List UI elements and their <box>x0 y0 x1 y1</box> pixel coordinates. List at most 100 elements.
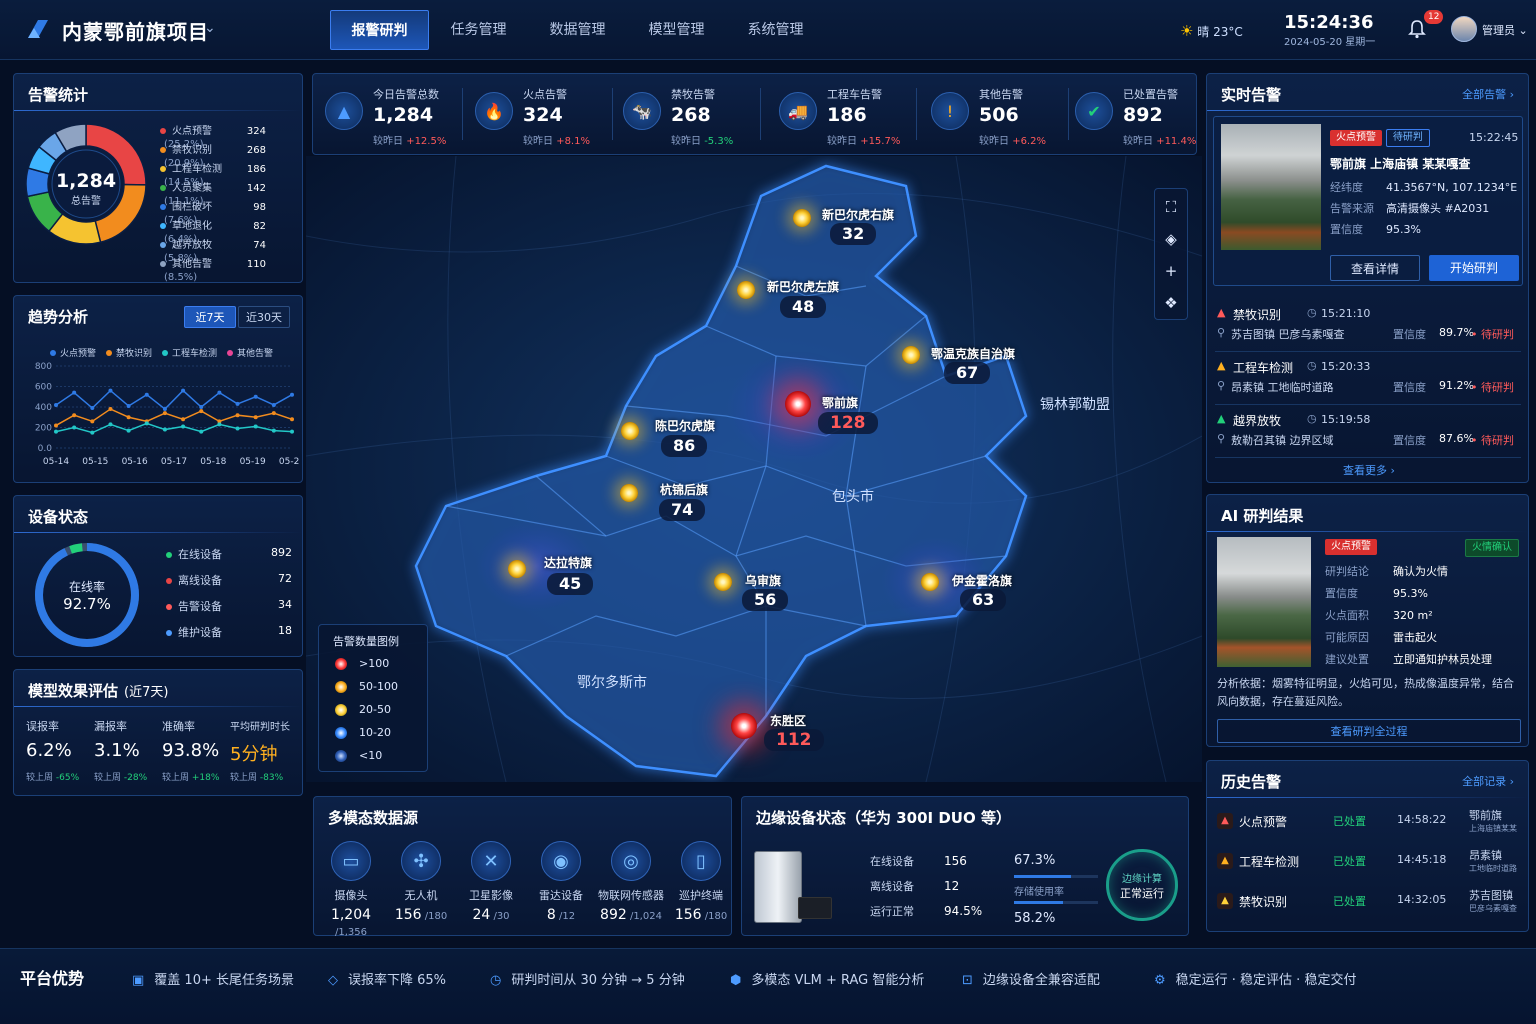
all-records-link[interactable]: 全部记录 › <box>1462 773 1514 789</box>
kpi-label: 今日告警总数 <box>373 88 439 101</box>
legend-dot <box>160 166 166 172</box>
history-item[interactable]: ▲ 工程车检测 已处置 14:45:18 昂素镇 工地临时道路 <box>1215 845 1521 881</box>
device-count: 892 <box>271 546 292 559</box>
alarm-list-item[interactable]: ▲ 工程车检测 ◷ 15:20:33 ⚲ 昂素镇 工地临时道路 置信度 91.2% • 待研判 <box>1215 357 1521 405</box>
nav-system-management[interactable]: 系统管理 <box>726 10 825 50</box>
legend-dot <box>160 242 166 248</box>
data-source-item[interactable]: ▯ 巡护终端 156 /180 <box>666 841 736 923</box>
field-key: 在线设备 <box>870 855 914 868</box>
field-key: 经纬度 <box>1330 181 1363 194</box>
kpi-card[interactable]: ✔ 已处置告警 892 较昨日 +11.4% <box>1067 74 1207 154</box>
history-place: 鄂前旗 <box>1469 809 1502 822</box>
tab-30days[interactable]: 近30天 <box>238 306 290 328</box>
all-alarms-link[interactable]: 全部告警 › <box>1462 86 1514 102</box>
data-source-item[interactable]: ◉ 雷达设备 8 /12 <box>526 841 596 923</box>
source-count-total: /180 <box>701 911 728 922</box>
fullscreen-icon[interactable]: ⛶ <box>1154 192 1188 222</box>
alarm-type-icon: ▲ <box>1217 893 1233 909</box>
alarm-field: 告警来源 高清摄像头 #A2031 <box>1330 200 1489 216</box>
data-source-item[interactable]: ✕ 卫星影像 24 /30 <box>456 841 526 923</box>
kpi-card[interactable]: ! 其他告警 506 较昨日 +6.2% <box>923 74 1069 154</box>
x-tick-label: 05-15 <box>82 457 108 467</box>
kpi-change-label: 较昨日 <box>1123 136 1157 147</box>
nav-model-management[interactable]: 模型管理 <box>627 10 726 50</box>
series-point <box>290 417 294 422</box>
stat-count: 186 <box>246 164 266 175</box>
kpi-change-value: +8.1% <box>556 136 590 147</box>
map-marker[interactable] <box>737 281 755 299</box>
source-count-total: /180 <box>421 911 448 922</box>
ai-confirm-tag: 火情确认 <box>1465 539 1519 557</box>
cpu-bar-track <box>1014 875 1098 878</box>
nav-task-management[interactable]: 任务管理 <box>429 10 528 50</box>
chip-icon: ⊡ <box>962 973 973 988</box>
data-source-item[interactable]: ◎ 物联网传感器 892 /1,024 <box>596 841 666 923</box>
alarm-list-item[interactable]: ▲ 禁牧识别 ◷ 15:21:10 ⚲ 苏吉图镇 巴彦乌素嘎查 置信度 89.7% • 待研判 <box>1215 304 1521 352</box>
alarm-list-item[interactable]: ▲ 越界放牧 ◷ 15:19:58 ⚲ 敖勒召其镇 边界区域 置信度 87.6% • 待研判 <box>1215 410 1521 458</box>
storage-label: 存储使用率 <box>1014 887 1064 898</box>
series-point <box>235 413 240 418</box>
stat-name: 越界放牧 <box>172 240 212 251</box>
layers-icon[interactable]: ◈ <box>1154 224 1188 254</box>
source-count-online: 1,204 <box>330 907 372 923</box>
legend-dot <box>160 147 166 153</box>
map-marker-hot[interactable] <box>731 713 757 739</box>
map-marker-hot[interactable] <box>785 391 811 417</box>
kpi-icon: 🐄 <box>623 92 661 130</box>
series-point <box>253 415 258 420</box>
series-point <box>253 424 258 429</box>
series-point <box>90 419 95 424</box>
history-item[interactable]: ▲ 火点预警 已处置 14:58:22 鄂前旗 上海庙镇某某 <box>1215 805 1521 841</box>
panel-title: 模型效果评估 (近7天) <box>28 680 168 701</box>
map-marker[interactable] <box>921 573 939 591</box>
map-marker[interactable] <box>621 422 639 440</box>
view-detail-button[interactable]: 查看详情 <box>1330 255 1420 281</box>
marker-count: 67 <box>944 362 991 384</box>
legend-title: 告警数量图例 <box>333 635 399 648</box>
metric-change: 较上周 -83% <box>230 770 283 783</box>
view-analysis-process-button[interactable]: 查看研判全过程 <box>1217 719 1521 743</box>
panel-title: 告警统计 <box>28 86 89 104</box>
series-point <box>72 390 77 395</box>
kpi-card[interactable]: 🚚 工程车告警 186 较昨日 +15.7% <box>771 74 917 154</box>
map-area[interactable]: 新巴尔虎右旗 32 新巴尔虎左旗 48 鄂温克族自治旗 67 鄂前旗 128 陈… <box>306 156 1202 782</box>
ai-photo <box>1217 537 1311 667</box>
view-more-link[interactable]: 查看更多 › <box>1343 462 1395 478</box>
user-name[interactable]: 管理员 ⌄ <box>1482 22 1528 38</box>
kpi-card[interactable]: 🔥 火点告警 324 较昨日 +8.1% <box>467 74 613 154</box>
avatar[interactable] <box>1451 16 1477 42</box>
map-marker[interactable] <box>793 209 811 227</box>
ai-result-panel: AI 研判结果 火点预警 火情确认 研判结论 确认为火情 置信度 95.3% 火点面积 3… <box>1206 494 1529 747</box>
legend-swatch <box>227 350 234 356</box>
nav-data-management[interactable]: 数据管理 <box>528 10 627 50</box>
legend-swatch <box>335 750 347 762</box>
zoom-in-icon[interactable]: + <box>1154 256 1188 286</box>
kpi-divider <box>612 88 613 140</box>
data-source-item[interactable]: ▭ 摄像头 1,204 /1,356 <box>316 841 386 939</box>
series-point <box>271 428 276 433</box>
source-count: 24 /30 <box>456 907 526 923</box>
nav-alarm-analysis[interactable]: 报警研判 <box>330 10 429 50</box>
layer-stack-icon[interactable]: ❖ <box>1154 288 1188 318</box>
kpi-card[interactable]: 🐄 禁牧告警 268 较昨日 -5.3% <box>615 74 761 154</box>
metric-change: 较上周 +18% <box>162 770 219 783</box>
map-marker[interactable] <box>620 484 638 502</box>
map-marker[interactable] <box>714 573 732 591</box>
stat-name: 工程车检测 <box>172 164 222 175</box>
marker-count: 56 <box>742 589 789 611</box>
realtime-alarm-card[interactable]: 火点预警 待研判 15:22:45 鄂前旗 上海庙镇 某某嘎查 经纬度 41.35… <box>1213 116 1523 286</box>
history-status: 已处置 <box>1333 815 1366 828</box>
map-marker[interactable] <box>508 560 526 578</box>
kpi-card[interactable]: ▲ 今日告警总数 1,284 较昨日 +12.5% <box>317 74 463 154</box>
data-source-item[interactable]: ✣ 无人机 156 /180 <box>386 841 456 923</box>
advantage-item: ▣ 覆盖 10+ 长尾任务场景 <box>132 969 294 988</box>
start-analysis-button[interactable]: 开始研判 <box>1429 255 1519 281</box>
tab-7days[interactable]: 近7天 <box>184 306 236 328</box>
map-marker[interactable] <box>902 346 920 364</box>
marker-count: 128 <box>818 412 878 434</box>
device-name: 在线设备 <box>178 548 222 561</box>
stat-name: 围栏破坏 <box>172 202 212 213</box>
chevron-down-icon[interactable]: ⌄ <box>204 20 216 36</box>
source-count-online: 24 <box>472 907 491 923</box>
history-item[interactable]: ▲ 禁牧识别 已处置 14:32:05 苏吉图镇 巴彦乌素嘎查 <box>1215 885 1521 921</box>
